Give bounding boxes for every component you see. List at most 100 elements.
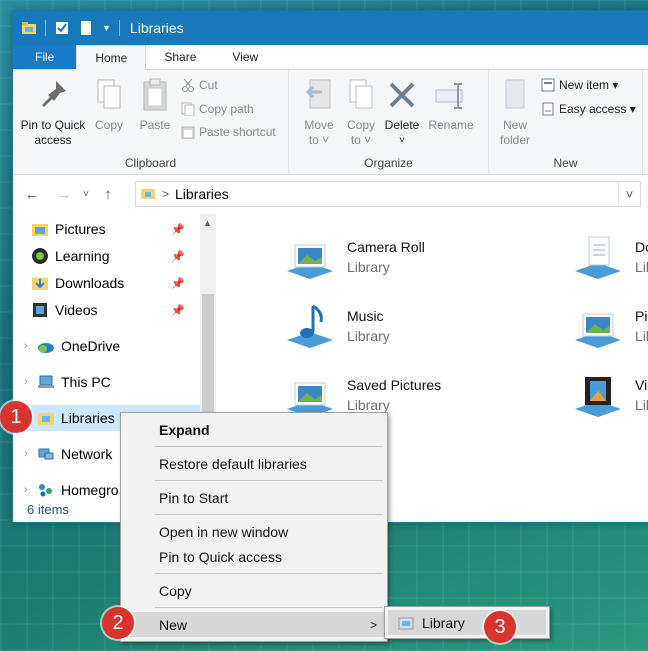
- properties-icon[interactable]: [54, 20, 70, 36]
- pin-to-quick-access-button[interactable]: Pin to Quick access: [17, 76, 89, 148]
- nav-item-onedrive[interactable]: › OneDrive: [19, 333, 120, 359]
- nav-item-pictures[interactable]: Pictures 📌: [31, 216, 199, 242]
- expand-chevron-icon[interactable]: ›: [19, 484, 33, 496]
- move-to-button[interactable]: Move to ˅: [299, 76, 339, 148]
- copy-button[interactable]: Copy: [91, 76, 127, 133]
- menu-item-open-in-new-window[interactable]: Open in new window: [121, 519, 387, 544]
- expand-chevron-icon[interactable]: ›: [19, 448, 33, 460]
- library-music[interactable]: Music Library: [285, 302, 390, 350]
- library-documents[interactable]: Do Lib: [573, 233, 648, 281]
- paste-button[interactable]: Paste: [133, 76, 177, 133]
- expand-chevron-icon[interactable]: ›: [19, 376, 33, 388]
- recent-locations-chevron-icon[interactable]: ˅: [75, 189, 97, 200]
- new-folder-button[interactable]: New folder: [495, 76, 535, 148]
- address-dropdown-icon[interactable]: ˅: [618, 182, 640, 206]
- nav-label: Videos: [55, 302, 98, 318]
- paste-shortcut-button[interactable]: Paste shortcut: [181, 125, 276, 140]
- menu-separator: [155, 573, 383, 574]
- copy-path-button[interactable]: Copy path: [181, 102, 254, 117]
- copy-to-icon: [343, 76, 379, 114]
- pin-icon[interactable]: 📌: [171, 277, 185, 290]
- new-group: New folder New item ▾ Easy access ▾ New: [489, 70, 643, 174]
- library-type: Library: [347, 328, 390, 344]
- pin-icon[interactable]: 📌: [171, 304, 185, 317]
- cut-button[interactable]: Cut: [181, 78, 218, 92]
- step-badge-1: 1: [0, 401, 32, 433]
- network-icon: [37, 445, 55, 463]
- library-pictures[interactable]: Pic Lib: [573, 302, 648, 350]
- new-group-label: New: [553, 156, 578, 170]
- paste-shortcut-label: Paste shortcut: [199, 125, 276, 139]
- documents-library-icon: [575, 236, 621, 279]
- breadcrumb-libraries[interactable]: Libraries: [175, 186, 229, 202]
- quick-access-dropdown-icon[interactable]: ▼: [102, 23, 111, 33]
- new-folder-quick-icon[interactable]: [78, 20, 94, 36]
- library-videos[interactable]: Vid Lib: [573, 371, 648, 419]
- nav-item-this-pc[interactable]: › This PC: [19, 369, 111, 395]
- menu-item-restore-default-libraries[interactable]: Restore default libraries: [121, 451, 387, 476]
- menu-item-copy[interactable]: Copy: [121, 578, 387, 603]
- library-name: Camera Roll: [347, 239, 425, 255]
- paste-label: Paste: [139, 118, 171, 132]
- breadcrumb-separator[interactable]: >: [162, 187, 169, 201]
- tab-view[interactable]: View: [214, 45, 276, 69]
- nav-label: Downloads: [55, 275, 125, 291]
- nav-label: Pictures: [55, 221, 106, 237]
- menu-item-expand[interactable]: Expand: [121, 417, 387, 442]
- rename-icon: [433, 76, 469, 114]
- paste-icon: [137, 76, 173, 114]
- easy-access-button[interactable]: Easy access ▾: [541, 102, 636, 116]
- forward-arrow-icon[interactable]: →: [53, 186, 75, 203]
- library-camera-roll[interactable]: Camera Roll Library: [285, 233, 425, 281]
- videos-library-icon: [575, 377, 621, 417]
- menu-item-pin-to-start[interactable]: Pin to Start: [121, 485, 387, 510]
- new-item-button[interactable]: New item ▾: [541, 78, 618, 92]
- scroll-up-arrow-icon[interactable]: ▲: [203, 218, 212, 228]
- new-submenu: Library: [384, 606, 550, 639]
- libraries-icon: [37, 409, 55, 427]
- expand-chevron-icon[interactable]: ›: [19, 340, 33, 352]
- music-library-icon: [287, 304, 333, 348]
- nav-item-learning[interactable]: Learning 📌: [31, 243, 199, 269]
- library-type: Lib: [635, 328, 648, 344]
- nav-label: Learning: [55, 248, 110, 264]
- move-to-label-1: Move: [304, 118, 334, 132]
- delete-dropdown-arrow: ˅: [399, 135, 405, 146]
- new-folder-label-2: folder: [499, 133, 531, 147]
- organize-group: Move to ˅ Copy to ˅ Delete ˅ Rename Orga…: [289, 70, 489, 174]
- nav-item-network[interactable]: › Network: [19, 441, 112, 467]
- menu-item-pin-to-quick-access[interactable]: Pin to Quick access: [121, 544, 387, 569]
- nav-label: Libraries: [61, 410, 115, 426]
- menu-item-new[interactable]: New >: [121, 612, 387, 637]
- nav-item-videos[interactable]: Videos 📌: [31, 297, 199, 323]
- scissors-icon: [181, 78, 195, 92]
- library-name: Music: [347, 308, 384, 324]
- library-type: Lib: [635, 259, 648, 275]
- menu-separator: [155, 607, 383, 608]
- status-item-count: 6 items: [27, 502, 69, 517]
- back-arrow-icon[interactable]: ←: [21, 186, 43, 203]
- nav-item-homegroup[interactable]: › Homegro: [19, 477, 118, 503]
- nav-label: OneDrive: [61, 338, 121, 354]
- library-small-icon: [398, 615, 414, 634]
- pin-icon[interactable]: 📌: [171, 250, 185, 263]
- address-row: ← → ˅ ↑ > Libraries ˅: [13, 178, 648, 210]
- library-type: Library: [347, 397, 390, 413]
- address-bar[interactable]: > Libraries ˅: [135, 181, 641, 207]
- submenu-item-library[interactable]: Library: [388, 610, 546, 635]
- pin-icon[interactable]: 📌: [171, 223, 185, 236]
- nav-item-downloads[interactable]: Downloads 📌: [31, 270, 199, 296]
- delete-button[interactable]: Delete ˅: [381, 76, 423, 148]
- up-arrow-icon[interactable]: ↑: [97, 186, 119, 203]
- ribbon: Pin to Quick access Copy Paste Cut Copy …: [13, 70, 648, 175]
- submenu-item-library-label: Library: [422, 614, 465, 631]
- copy-to-button[interactable]: Copy to ˅: [341, 76, 381, 148]
- tab-share[interactable]: Share: [146, 45, 214, 69]
- window-title: Libraries: [129, 20, 184, 36]
- tab-home[interactable]: Home: [76, 45, 147, 70]
- rename-button[interactable]: Rename: [423, 76, 479, 133]
- new-folder-label-1: New: [502, 118, 527, 132]
- tab-file[interactable]: File: [13, 45, 77, 69]
- pin-label-2: access: [34, 133, 72, 147]
- menu-separator: [155, 514, 383, 515]
